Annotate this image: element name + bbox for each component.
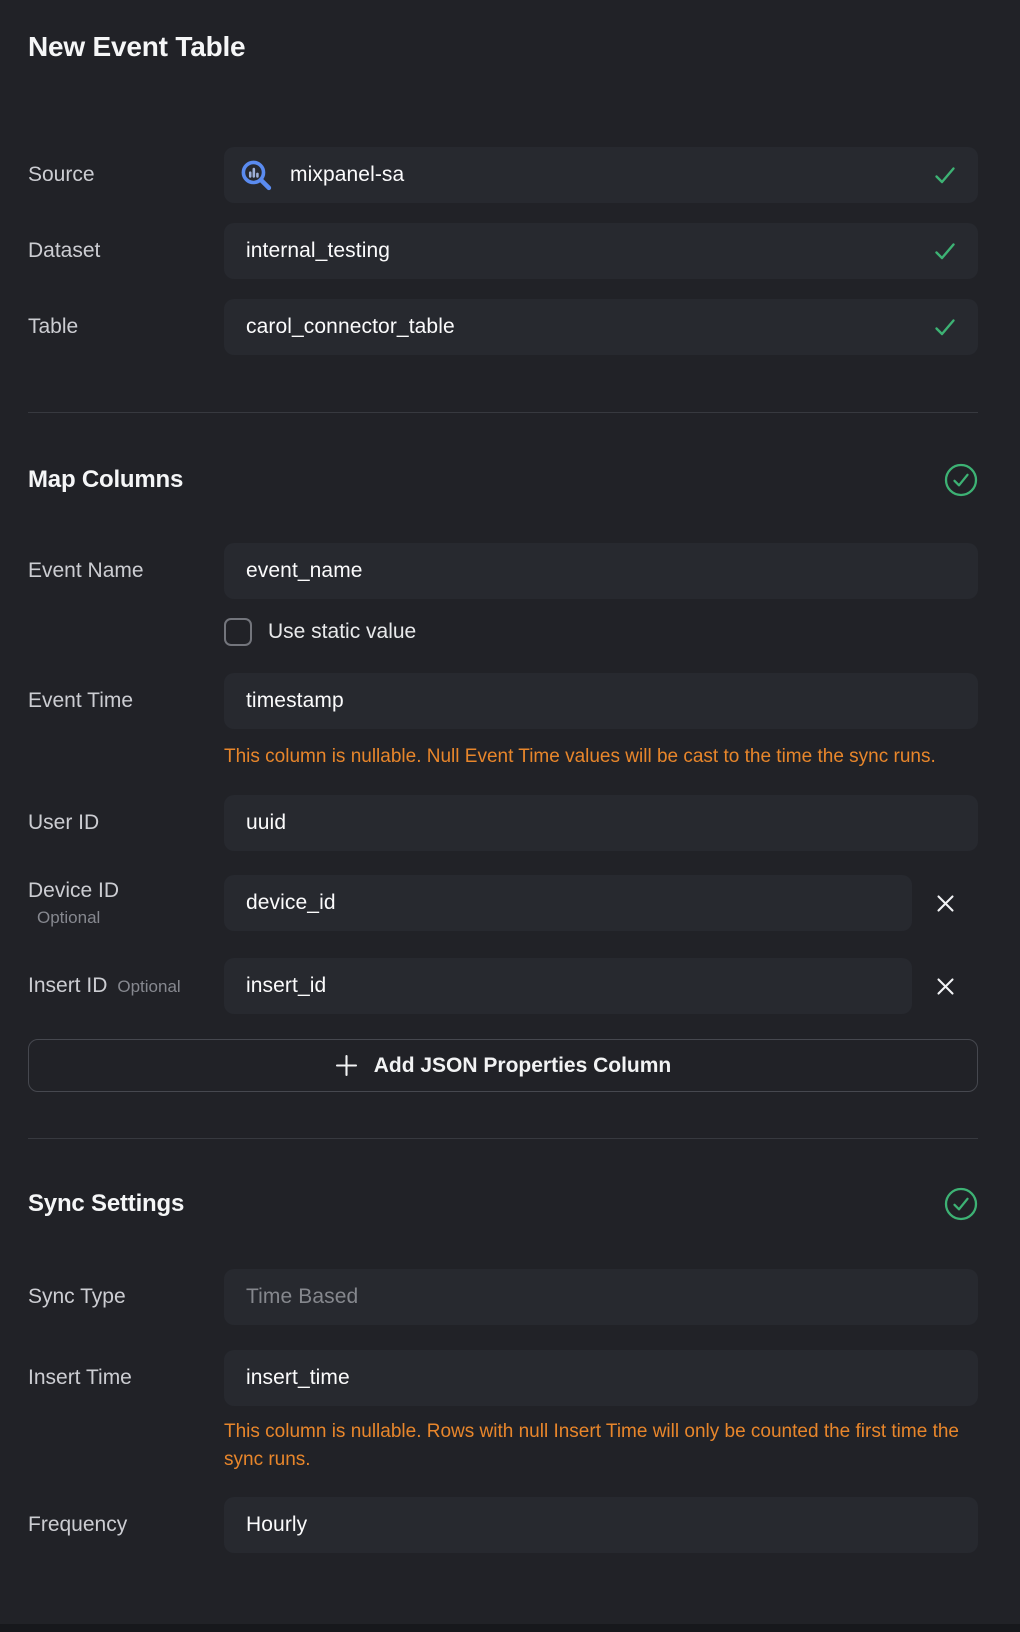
user-id-row: User ID uuid <box>28 795 978 851</box>
insert-time-value: insert_time <box>246 1366 350 1390</box>
event-time-nullable-warning: This column is nullable. Null Event Time… <box>224 743 960 771</box>
dataset-value: internal_testing <box>246 239 390 263</box>
add-json-properties-button[interactable]: Add JSON Properties Column <box>28 1039 978 1092</box>
device-id-value: device_id <box>246 891 336 915</box>
map-columns-header: Map Columns <box>28 463 978 497</box>
event-name-select[interactable]: event_name <box>224 543 978 599</box>
dataset-valid-check-icon <box>934 242 956 261</box>
event-name-value: event_name <box>246 559 363 583</box>
table-value: carol_connector_table <box>246 315 455 339</box>
add-json-properties-label: Add JSON Properties Column <box>374 1054 672 1078</box>
insert-time-label: Insert Time <box>28 1366 132 1389</box>
user-id-value: uuid <box>246 811 286 835</box>
map-columns-title: Map Columns <box>28 465 183 495</box>
remove-device-id-button[interactable] <box>912 875 978 931</box>
frequency-row: Frequency Hourly <box>28 1497 978 1553</box>
insert-id-optional-label: Optional <box>117 977 180 997</box>
use-static-value-row: Use static value <box>224 617 978 647</box>
sync-type-select: Time Based <box>224 1269 978 1325</box>
page-title: New Event Table <box>28 30 978 63</box>
insert-id-row: Insert ID Optional insert_id <box>28 958 978 1014</box>
new-event-table-panel: New Event Table Source mixpanel-sa <box>0 0 1020 1632</box>
insert-time-select[interactable]: insert_time <box>224 1350 978 1406</box>
insert-time-row: Insert Time insert_time <box>28 1350 978 1406</box>
device-id-label: Device ID <box>28 879 119 902</box>
event-time-value: timestamp <box>246 689 344 713</box>
source-row: Source mixpanel-sa <box>28 147 978 203</box>
dataset-row: Dataset internal_testing <box>28 223 978 279</box>
dataset-label: Dataset <box>28 239 100 262</box>
insert-id-label: Insert ID <box>28 973 107 999</box>
section-divider <box>28 1138 978 1139</box>
source-select[interactable]: mixpanel-sa <box>224 147 978 203</box>
source-label: Source <box>28 163 95 186</box>
x-icon <box>936 977 955 996</box>
event-time-row: Event Time timestamp <box>28 673 978 729</box>
insert-id-value: insert_id <box>246 974 326 998</box>
table-row: Table carol_connector_table <box>28 299 978 355</box>
sync-type-row: Sync Type Time Based <box>28 1269 978 1325</box>
device-id-optional-label: Optional <box>28 908 224 928</box>
source-valid-check-icon <box>934 166 956 185</box>
sync-settings-header: Sync Settings <box>28 1187 978 1221</box>
insert-time-nullable-warning: This column is nullable. Rows with null … <box>224 1418 960 1474</box>
dataset-select[interactable]: internal_testing <box>224 223 978 279</box>
frequency-select[interactable]: Hourly <box>224 1497 978 1553</box>
event-time-label: Event Time <box>28 689 133 712</box>
device-id-row: Device ID Optional device_id <box>28 875 978 931</box>
map-columns-complete-circle-check-icon <box>944 463 978 497</box>
frequency-label: Frequency <box>28 1513 127 1536</box>
remove-insert-id-button[interactable] <box>912 958 978 1014</box>
table-select[interactable]: carol_connector_table <box>224 299 978 355</box>
source-value: mixpanel-sa <box>290 163 404 187</box>
sync-settings-complete-circle-check-icon <box>944 1187 978 1221</box>
device-id-select[interactable]: device_id <box>224 875 912 931</box>
section-divider <box>28 412 978 413</box>
x-icon <box>936 894 955 913</box>
event-time-select[interactable]: timestamp <box>224 673 978 729</box>
insert-id-select[interactable]: insert_id <box>224 958 912 1014</box>
event-name-label: Event Name <box>28 559 144 582</box>
user-id-select[interactable]: uuid <box>224 795 978 851</box>
use-static-value-checkbox[interactable] <box>224 618 252 646</box>
sync-type-value: Time Based <box>246 1285 358 1309</box>
event-name-row: Event Name event_name <box>28 543 978 599</box>
sync-settings-title: Sync Settings <box>28 1189 184 1219</box>
sync-type-label: Sync Type <box>28 1285 126 1308</box>
frequency-value: Hourly <box>246 1513 307 1537</box>
table-label: Table <box>28 315 78 338</box>
table-valid-check-icon <box>934 318 956 337</box>
use-static-value-label: Use static value <box>268 620 416 644</box>
panel-bottom-edge <box>0 1624 1020 1632</box>
user-id-label: User ID <box>28 811 99 834</box>
plus-icon <box>335 1054 358 1077</box>
search-analytics-icon <box>238 157 274 193</box>
